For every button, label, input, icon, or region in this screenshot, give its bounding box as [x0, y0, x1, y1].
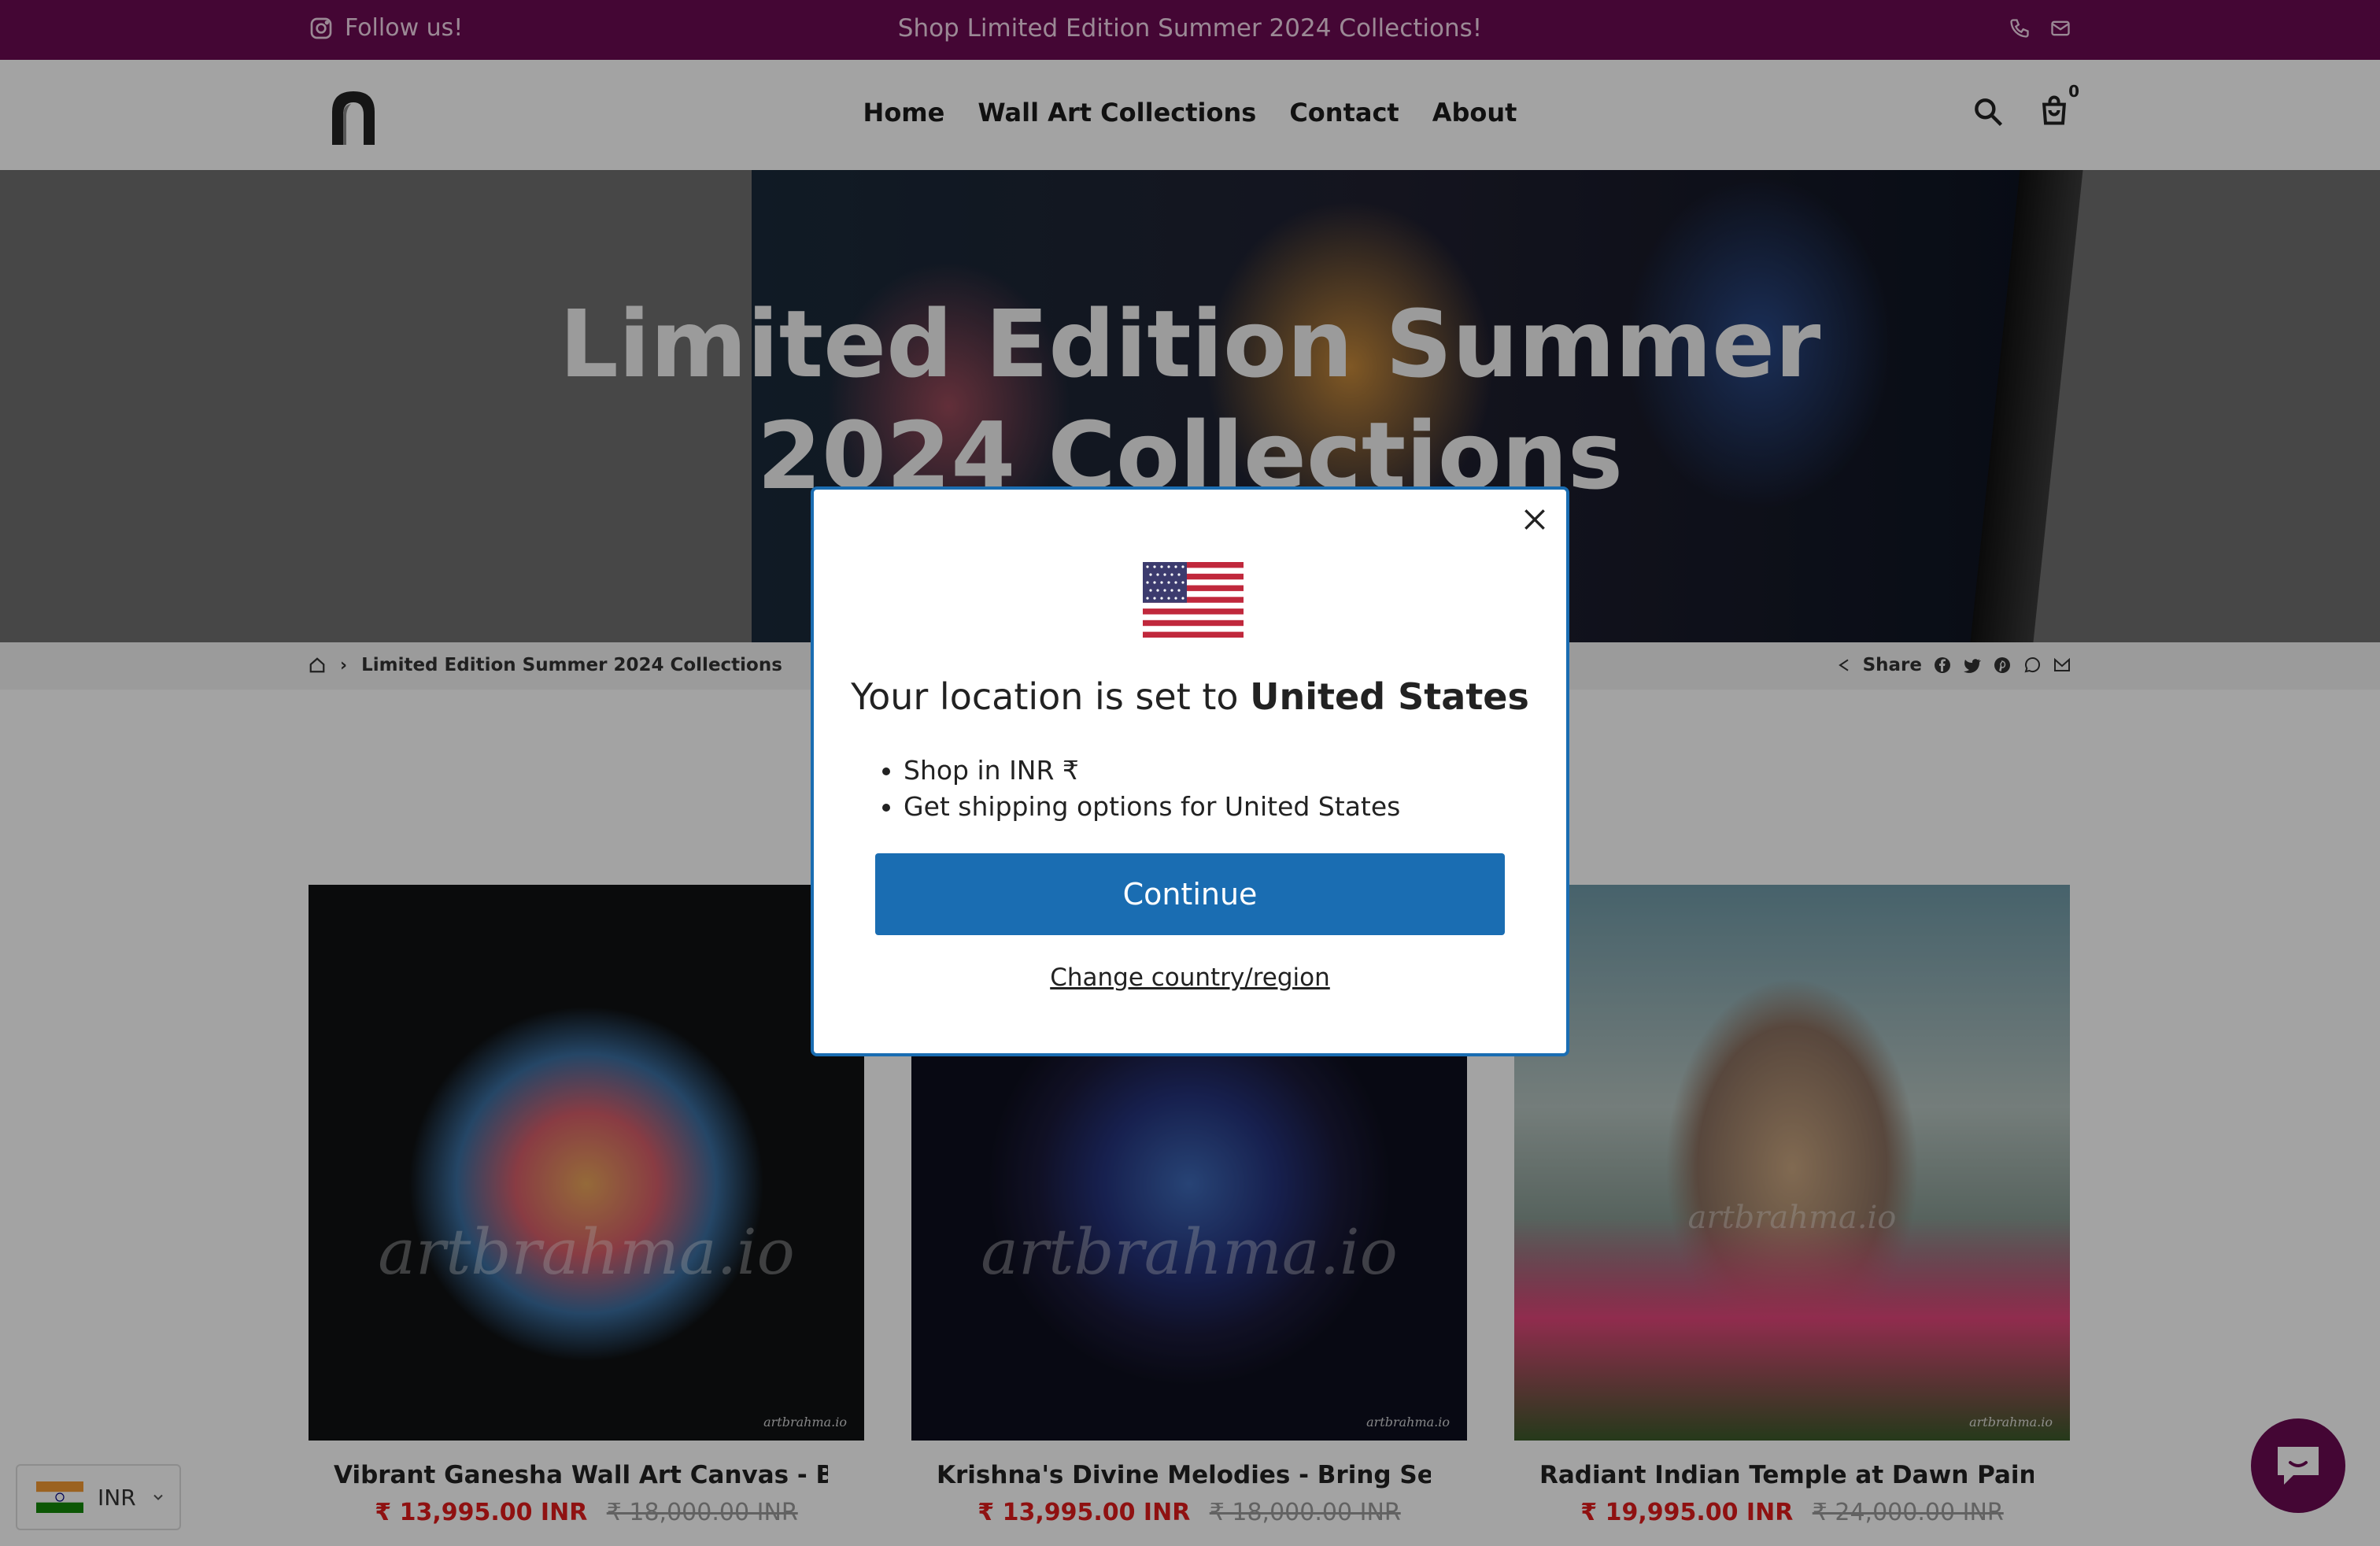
- location-modal: Your location is set to United States Sh…: [811, 486, 1569, 1056]
- location-prefix: Your location is set to: [851, 675, 1239, 718]
- change-country-link[interactable]: Change country/region: [814, 963, 1566, 992]
- list-item: Shop in INR ₹: [904, 753, 1400, 789]
- continue-button[interactable]: Continue: [875, 853, 1505, 935]
- close-icon[interactable]: [1519, 504, 1550, 535]
- us-flag-icon: [1143, 562, 1244, 638]
- location-benefits-list: Shop in INR ₹ Get shipping options for U…: [904, 753, 1400, 825]
- list-item: Get shipping options for United States: [904, 789, 1400, 825]
- location-country: United States: [1250, 675, 1529, 718]
- location-message: Your location is set to United States: [814, 675, 1566, 718]
